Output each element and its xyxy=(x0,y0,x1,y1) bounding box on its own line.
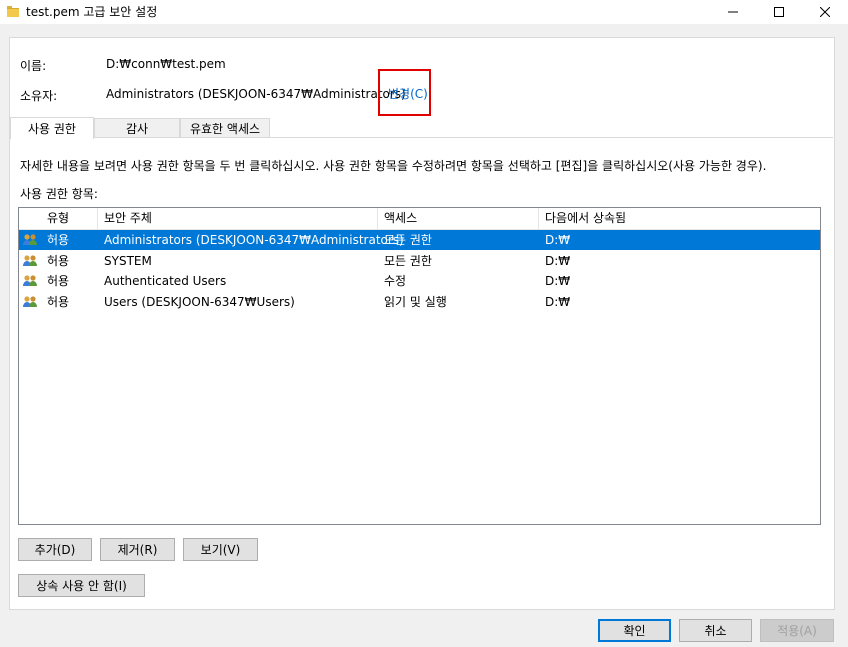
add-button[interactable]: 추가(D) xyxy=(18,538,92,561)
cell-access: 모든 권한 xyxy=(384,253,432,268)
tab-auditing[interactable]: 감사 xyxy=(94,118,180,138)
users-icon xyxy=(22,274,38,288)
cell-type: 허용 xyxy=(47,253,70,268)
remove-button-label: 제거(R) xyxy=(117,543,158,557)
add-button-label: 추가(D) xyxy=(34,543,76,557)
owner-label: 소유자: xyxy=(20,89,58,103)
close-button[interactable] xyxy=(802,0,848,24)
cell-access: 읽기 및 실행 xyxy=(384,294,447,309)
permission-entries-list[interactable]: 유형 보안 주체 액세스 다음에서 상속됨 허용 Administrators (… xyxy=(18,207,821,525)
tab-effective-access-label: 유효한 액세스 xyxy=(189,121,261,136)
cell-principal: Administrators (DESKJOON-6347₩Administra… xyxy=(104,233,404,247)
users-icon xyxy=(22,254,38,268)
table-row[interactable]: 허용 Administrators (DESKJOON-6347₩Administ… xyxy=(19,230,820,250)
minimize-button[interactable] xyxy=(710,0,756,24)
permission-entries-label: 사용 권한 항목: xyxy=(20,187,98,201)
ok-button[interactable]: 확인 xyxy=(598,619,671,642)
window-title: test.pem 고급 보안 설정 xyxy=(26,5,158,19)
name-value: D:₩conn₩test.pem xyxy=(106,57,226,71)
column-header-type[interactable]: 유형 xyxy=(41,208,98,229)
users-icon xyxy=(22,233,38,247)
cell-type: 허용 xyxy=(47,294,70,309)
change-owner-link[interactable]: 변경(C) xyxy=(378,69,431,116)
column-header-inherited[interactable]: 다음에서 상속됨 xyxy=(539,208,820,229)
change-owner-link-label[interactable]: 변경(C) xyxy=(388,85,428,102)
cell-principal: Authenticated Users xyxy=(104,274,227,288)
users-icon xyxy=(22,295,38,309)
tab-auditing-label: 감사 xyxy=(125,121,149,136)
tab-permissions[interactable]: 사용 권한 xyxy=(10,117,94,139)
table-row[interactable]: 허용 Authenticated Users 수정 D:₩ xyxy=(19,271,820,291)
cell-access: 수정 xyxy=(384,274,407,288)
title-bar: test.pem 고급 보안 설정 xyxy=(0,0,848,24)
remove-button[interactable]: 제거(R) xyxy=(100,538,175,561)
security-settings-window: test.pem 고급 보안 설정 이름: D:₩conn₩test.pem 소… xyxy=(0,0,848,647)
cell-inherited: D:₩ xyxy=(545,233,571,247)
column-header-principal[interactable]: 보안 주체 xyxy=(98,208,378,229)
apply-button[interactable]: 적용(A) xyxy=(760,619,834,642)
ok-button-label: 확인 xyxy=(623,624,646,638)
cell-type: 허용 xyxy=(47,233,70,247)
disable-inheritance-button-label: 상속 사용 안 함(I) xyxy=(36,579,127,593)
apply-button-label: 적용(A) xyxy=(777,624,817,638)
view-button-label: 보기(V) xyxy=(200,543,241,557)
maximize-button[interactable] xyxy=(756,0,802,24)
cancel-button-label: 취소 xyxy=(704,624,727,638)
list-header: 유형 보안 주체 액세스 다음에서 상속됨 xyxy=(19,208,820,230)
minimize-icon xyxy=(728,11,738,13)
disable-inheritance-button[interactable]: 상속 사용 안 함(I) xyxy=(18,574,145,597)
cell-type: 허용 xyxy=(47,274,70,288)
cell-principal: SYSTEM xyxy=(104,253,152,268)
table-row[interactable]: 허용 Users (DESKJOON-6347₩Users) 읽기 및 실행 D:₩ xyxy=(19,292,820,312)
maximize-icon xyxy=(774,7,784,17)
column-header-access[interactable]: 액세스 xyxy=(378,208,539,229)
cell-inherited: D:₩ xyxy=(545,274,571,288)
owner-value: Administrators (DESKJOON-6347₩Administra… xyxy=(106,87,406,101)
close-icon xyxy=(820,7,830,17)
folder-icon xyxy=(7,6,19,17)
cell-access: 모든 권한 xyxy=(384,233,432,247)
cell-principal: Users (DESKJOON-6347₩Users) xyxy=(104,294,295,309)
cell-inherited: D:₩ xyxy=(545,294,571,309)
view-button[interactable]: 보기(V) xyxy=(183,538,258,561)
table-row[interactable]: 허용 SYSTEM 모든 권한 D:₩ xyxy=(19,251,820,271)
description-text: 자세한 내용을 보려면 사용 권한 항목을 두 번 클릭하십시오. 사용 권한 … xyxy=(20,159,767,173)
cancel-button[interactable]: 취소 xyxy=(679,619,752,642)
tab-effective-access[interactable]: 유효한 액세스 xyxy=(180,118,270,138)
cell-inherited: D:₩ xyxy=(545,253,571,268)
name-label: 이름: xyxy=(20,59,47,73)
tab-permissions-label: 사용 권한 xyxy=(28,122,76,136)
